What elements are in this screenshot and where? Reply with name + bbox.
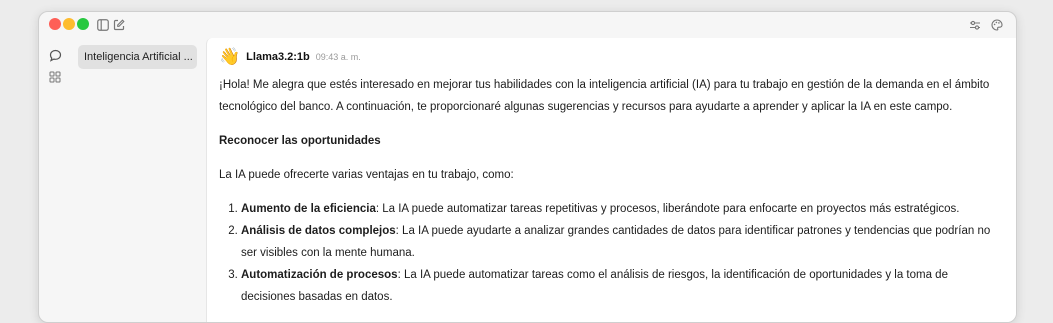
grid-icon[interactable] bbox=[47, 69, 63, 85]
list-item-term: Análisis de datos complejos bbox=[241, 225, 396, 237]
message-time: 09:43 a. m. bbox=[315, 52, 361, 62]
app-window: Inteligencia Artificial ... 👋 Llama3.2:1… bbox=[38, 11, 1017, 323]
message-header: 👋 Llama3.2:1b 09:43 a. m. bbox=[219, 47, 361, 67]
palette-icon[interactable] bbox=[990, 18, 1004, 32]
list-item-term: Automatización de procesos bbox=[241, 269, 398, 281]
sliders-icon[interactable] bbox=[968, 18, 982, 32]
minimize-window-button[interactable] bbox=[63, 18, 75, 30]
benefits-list: Aumento de la eficiencia: La IA puede au… bbox=[219, 198, 994, 308]
close-window-button[interactable] bbox=[49, 18, 61, 30]
left-rail bbox=[39, 38, 70, 322]
compose-icon[interactable] bbox=[112, 18, 126, 32]
sidebar-toggle-icon[interactable] bbox=[96, 18, 110, 32]
section-heading: Reconocer las oportunidades bbox=[219, 135, 381, 147]
intro-paragraph: ¡Hola! Me alegra que estés interesado en… bbox=[219, 79, 990, 113]
message-body: ¡Hola! Me alegra que estés interesado en… bbox=[219, 74, 994, 308]
lead-paragraph: La IA puede ofrecerte varias ventajas en… bbox=[219, 169, 514, 181]
list-item: Análisis de datos complejos: La IA puede… bbox=[241, 220, 994, 264]
list-item: Automatización de procesos: La IA puede … bbox=[241, 264, 994, 308]
sender-name: Llama3.2:1b bbox=[246, 51, 310, 63]
conversation-panel: 👋 Llama3.2:1b 09:43 a. m. ¡Hola! Me aleg… bbox=[206, 38, 1016, 322]
chat-list: Inteligencia Artificial ... bbox=[70, 38, 205, 322]
titlebar bbox=[39, 12, 1016, 38]
zoom-window-button[interactable] bbox=[77, 18, 89, 30]
chat-list-item[interactable]: Inteligencia Artificial ... bbox=[78, 45, 197, 69]
waving-hand-avatar: 👋 bbox=[219, 47, 241, 66]
list-item: Aumento de la eficiencia: La IA puede au… bbox=[241, 198, 994, 220]
list-item-term: Aumento de la eficiencia bbox=[241, 203, 376, 215]
chat-bubble-icon[interactable] bbox=[47, 47, 63, 63]
list-item-text: : La IA puede automatizar tareas repetit… bbox=[375, 203, 960, 215]
